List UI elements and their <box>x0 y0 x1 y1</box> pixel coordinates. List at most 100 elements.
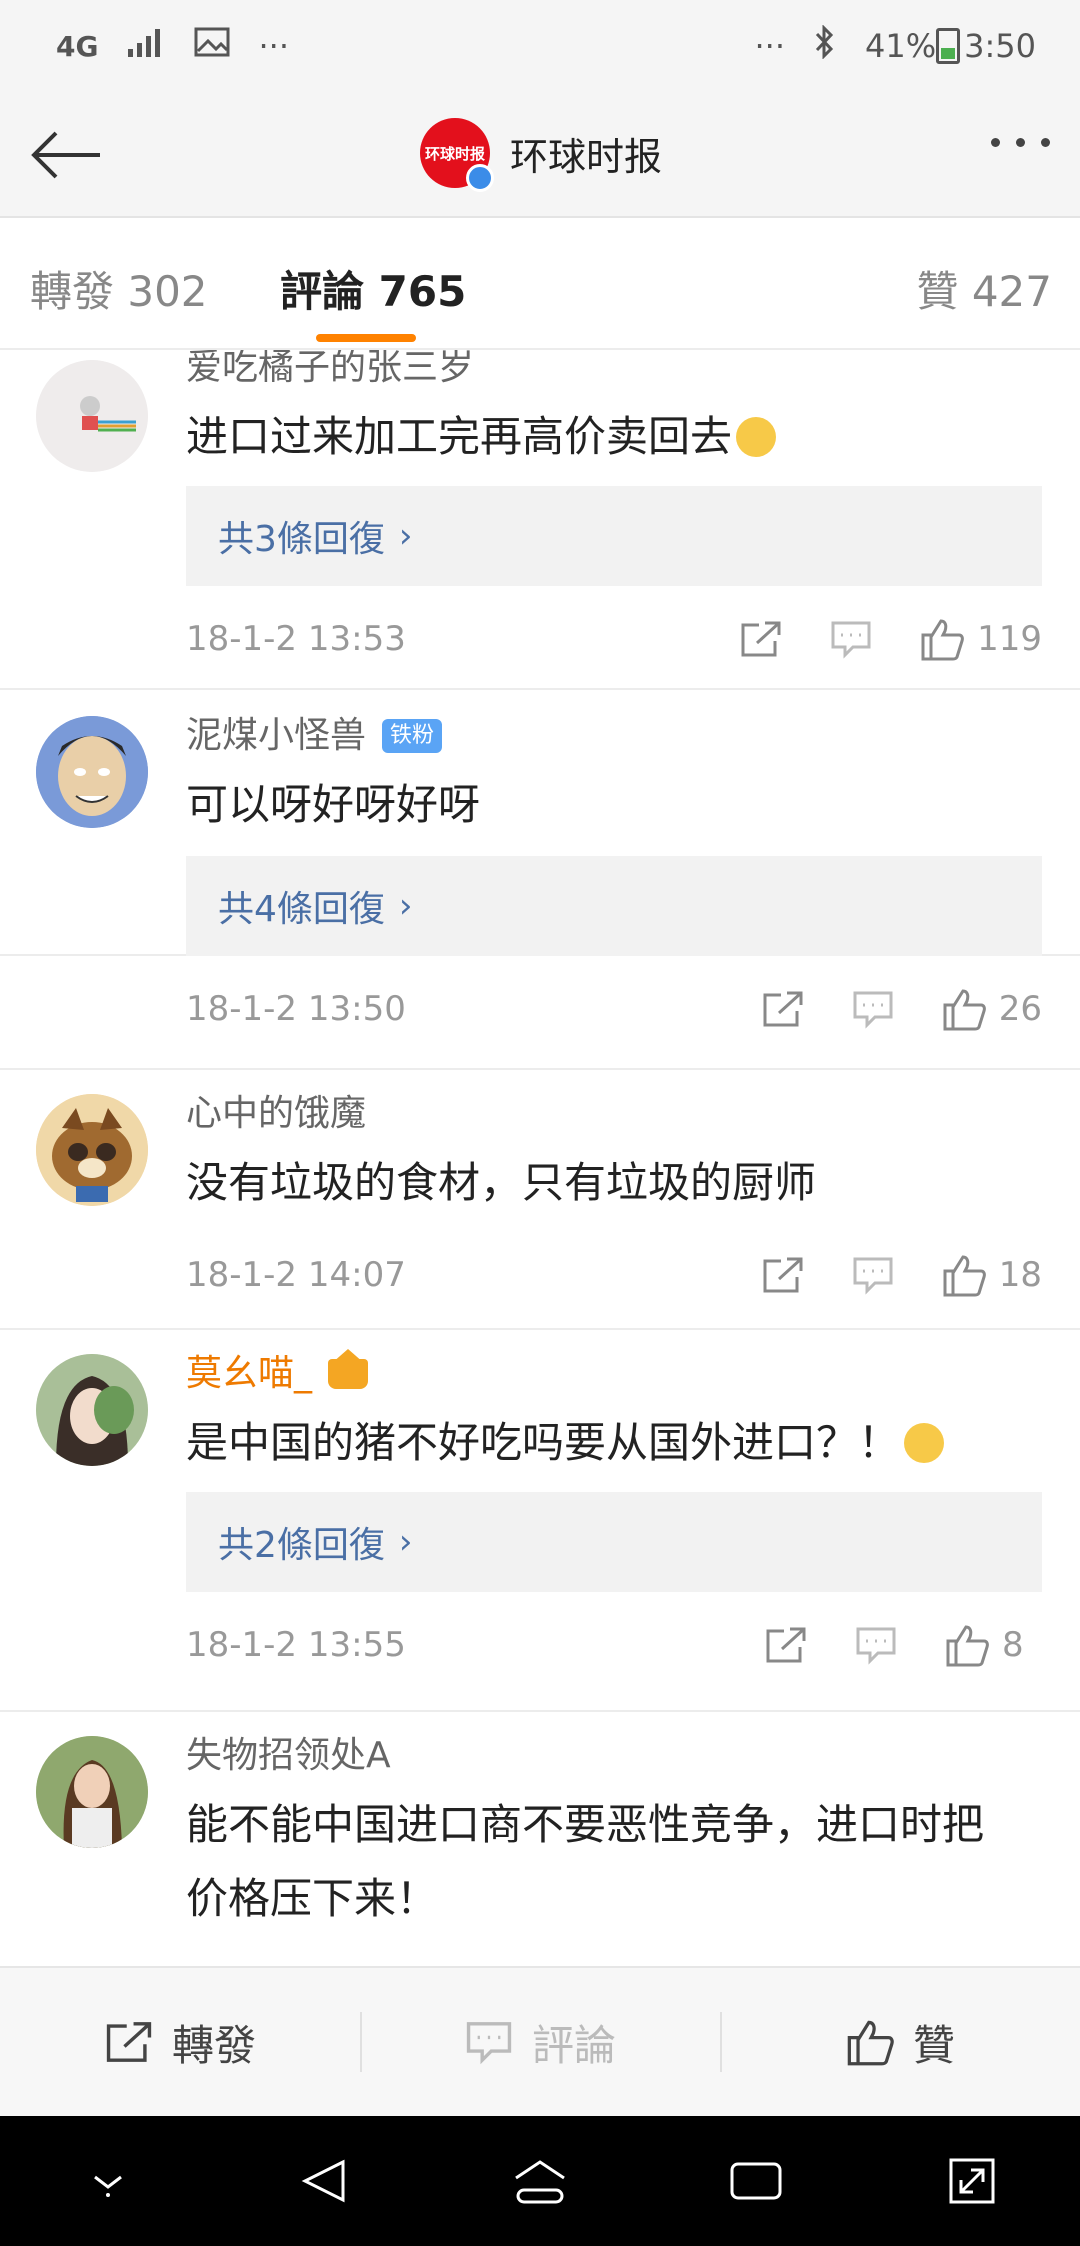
clock: 3:50 <box>964 27 1036 65</box>
tab-comments[interactable]: 評論 765 <box>280 258 466 319</box>
like-count: 18 <box>998 1255 1042 1295</box>
comment-username[interactable]: 心中的饿魔 <box>186 1092 366 1136</box>
like-button[interactable]: 贊 <box>720 1968 1080 2116</box>
system-nav-bar <box>0 2116 1080 2246</box>
user-avatar[interactable] <box>36 1736 148 1848</box>
user-avatar[interactable] <box>36 716 148 828</box>
more-dot-icon <box>1041 138 1050 147</box>
user-avatar[interactable] <box>36 360 148 472</box>
signal-icon <box>126 27 166 65</box>
nav-recents-button[interactable] <box>716 2141 796 2221</box>
view-replies-button[interactable]: 共4條回復 › <box>186 856 1042 956</box>
thumbs-up-icon <box>943 1255 986 1297</box>
reply-comment-button[interactable] <box>851 1255 895 1295</box>
reply-comment-button[interactable] <box>851 989 895 1029</box>
battery-percent: 41% <box>865 27 937 65</box>
back-arrow-icon <box>31 131 100 179</box>
comment-username[interactable]: 爱吃橘子的张三岁 <box>186 350 474 390</box>
comment-text: 没有垃圾的食材，只有垃圾的厨师 <box>186 1158 817 1207</box>
comment-button[interactable]: 評論 <box>360 1968 720 2116</box>
expand-icon <box>949 2158 995 2204</box>
like-count: 8 <box>1002 1625 1024 1665</box>
comment-meta: 18-1-2 14:07 18 <box>186 1222 1042 1328</box>
image-icon <box>194 27 230 65</box>
comment-username[interactable]: 失物招领处A <box>186 1734 391 1778</box>
more-notifications-icon: ··· <box>258 27 289 65</box>
vip-crown-icon <box>328 1349 369 1389</box>
share-icon <box>766 1627 806 1663</box>
share-icon <box>763 991 803 1027</box>
nav-back-button[interactable] <box>284 2141 364 2221</box>
user-avatar[interactable] <box>36 1094 148 1206</box>
chevron-down-icon <box>94 2175 122 2197</box>
battery-icon <box>936 28 961 64</box>
comment-icon <box>853 1257 893 1295</box>
bottom-action-bar: 轉發 評論 贊 <box>0 1966 1080 2116</box>
account-avatar: 环球时报 <box>420 118 494 192</box>
tab-likes[interactable]: 贊 427 <box>916 258 1052 319</box>
back-button[interactable] <box>28 120 104 190</box>
comment-item: 爱吃橘子的张三岁 进口过来加工完再高价卖回去 共3條回復 › 18-1-2 13:… <box>0 350 1080 690</box>
share-comment-button[interactable] <box>739 619 783 659</box>
comment-meta-row: 18-1-2 13:50 26 <box>0 956 1080 1070</box>
user-avatar[interactable] <box>36 1354 148 1466</box>
comment-text: 能不能中国进口商不要恶性竞争，进口时把 价格压下来！ <box>186 1800 985 1923</box>
share-comment-button[interactable] <box>761 1255 805 1295</box>
repost-button[interactable]: 轉發 <box>0 1968 360 2116</box>
hide-keyboard-button[interactable] <box>68 2141 148 2221</box>
comment-time: 18-1-2 13:53 <box>186 619 406 659</box>
more-status-icon: ··· <box>754 27 786 65</box>
share-comment-button[interactable] <box>761 989 805 1029</box>
comment-username[interactable]: 莫幺喵_ <box>186 1349 369 1396</box>
view-replies-button[interactable]: 共2條回復 › <box>186 1492 1042 1592</box>
like-comment-button[interactable]: 119 <box>919 617 1042 661</box>
thumbs-up-icon <box>946 1625 989 1667</box>
recents-icon <box>730 2162 782 2200</box>
like-count: 26 <box>998 989 1042 1029</box>
triangle-back-icon <box>301 2159 345 2203</box>
nav-expand-button[interactable] <box>932 2141 1012 2221</box>
share-icon <box>106 2022 152 2062</box>
chevron-right-icon: › <box>398 1522 413 1562</box>
thumbs-up-icon <box>921 619 964 661</box>
like-count: 119 <box>977 619 1042 659</box>
like-comment-button[interactable]: 18 <box>941 1253 1042 1297</box>
page-title: 环球时报 <box>510 134 663 179</box>
more-dot-icon <box>1016 138 1025 147</box>
comment-time: 18-1-2 13:55 <box>186 1625 406 1665</box>
share-comment-button[interactable] <box>764 1625 808 1665</box>
more-options-button[interactable] <box>991 138 1050 147</box>
comment-icon <box>831 621 871 659</box>
comment-icon <box>856 1627 896 1665</box>
laughing-emoji-icon <box>904 1423 945 1463</box>
comment-time: 18-1-2 13:50 <box>186 989 406 1029</box>
comment-item: 莫幺喵_ 是中国的猪不好吃吗要从国外进口？！ 共2條回復 › 18-1-2 13:… <box>0 1330 1080 1712</box>
reply-comment-button[interactable] <box>829 619 873 659</box>
comment-item: 心中的饿魔 没有垃圾的食材，只有垃圾的厨师 18-1-2 14:07 18 <box>0 1070 1080 1330</box>
comment-text: 可以呀好呀好呀 <box>186 780 481 829</box>
like-comment-button[interactable]: 8 <box>944 1623 1042 1667</box>
like-comment-button[interactable]: 26 <box>941 987 1042 1031</box>
reply-comment-button[interactable] <box>854 1625 898 1665</box>
comment-meta: 18-1-2 13:53 119 <box>186 586 1042 692</box>
comment-meta: 18-1-2 13:55 8 <box>186 1592 1042 1698</box>
home-icon <box>515 2160 565 2204</box>
comment-username[interactable]: 泥煤小怪兽 铁粉 <box>186 714 443 758</box>
bluetooth-icon <box>813 24 837 67</box>
thumbs-up-icon <box>943 989 986 1031</box>
share-icon <box>741 621 781 657</box>
verified-icon <box>466 164 494 192</box>
tab-reposts[interactable]: 轉發 302 <box>30 258 208 319</box>
account-header[interactable]: 环球时报 环球时报 <box>420 118 663 192</box>
active-tab-indicator <box>316 334 416 342</box>
view-replies-button[interactable]: 共3條回復 › <box>186 486 1042 586</box>
fan-badge: 铁粉 <box>382 719 443 753</box>
comment-item: 失物招领处A 能不能中国进口商不要恶性竞争，进口时把 价格压下来！ <box>0 1712 1080 1966</box>
nav-home-button[interactable] <box>500 2141 580 2221</box>
share-icon <box>763 1257 803 1293</box>
network-indicator: 4G <box>56 29 99 63</box>
thumbs-up-icon <box>847 2020 894 2066</box>
comment-text: 进口过来加工完再高价卖回去 <box>186 400 777 474</box>
logo-text: 环球时报 <box>424 144 485 163</box>
tab-bar: 轉發 302 評論 765 贊 427 <box>0 218 1080 350</box>
